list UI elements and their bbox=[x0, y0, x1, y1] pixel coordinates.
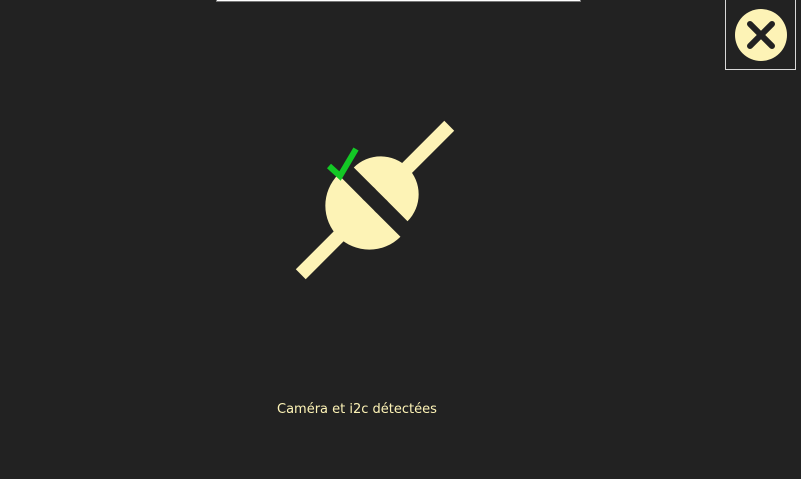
close-icon bbox=[735, 9, 787, 61]
detection-screen: Caméra et i2c détectées bbox=[0, 0, 801, 479]
check-icon bbox=[326, 147, 359, 181]
close-button[interactable] bbox=[725, 0, 796, 70]
top-progress-bar bbox=[216, 0, 581, 2]
plug-connected-icon bbox=[295, 120, 455, 280]
status-message: Caméra et i2c détectées bbox=[277, 402, 437, 417]
connection-status-graphic bbox=[290, 118, 470, 292]
